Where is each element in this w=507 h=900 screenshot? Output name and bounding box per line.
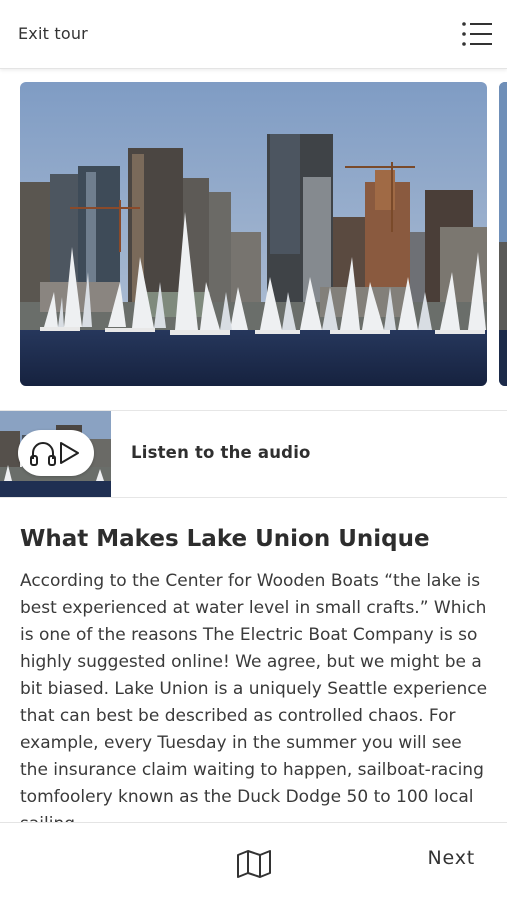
headphones-icon: [30, 442, 56, 466]
photo-carousel[interactable]: [0, 70, 507, 402]
bottom-navigation: Next: [0, 822, 507, 900]
next-photo-preview[interactable]: [499, 82, 507, 386]
map-icon[interactable]: [236, 849, 272, 879]
menu-list-icon[interactable]: [461, 20, 493, 48]
listen-audio-label[interactable]: Listen to the audio: [131, 443, 311, 462]
audio-player-bar[interactable]: Listen to the audio: [0, 410, 507, 498]
play-icon: [60, 442, 79, 464]
next-button[interactable]: Next: [428, 847, 475, 869]
article-title: What Makes Lake Union Unique: [20, 526, 430, 552]
audio-play-button[interactable]: [18, 430, 94, 476]
lake-union-photo[interactable]: [20, 82, 487, 386]
article-body: According to the Center for Wooden Boats…: [20, 571, 488, 824]
top-bar: Exit tour: [0, 0, 507, 69]
exit-tour-button[interactable]: Exit tour: [18, 24, 88, 43]
tour-stop-screen: Exit tour Listen to the audio What Makes…: [0, 0, 507, 900]
